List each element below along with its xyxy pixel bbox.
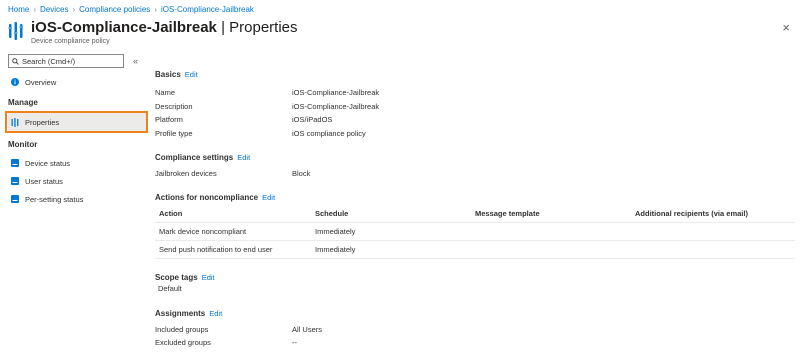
sidebar-section-manage: Manage (8, 97, 38, 107)
compliance-row-jailbroken: Jailbroken devices Block (155, 167, 795, 181)
policy-name: iOS-Compliance-Jailbreak (31, 19, 217, 36)
field-label: Platform (155, 115, 183, 125)
section-scope-tags: Scope tags Edit (155, 273, 795, 282)
action-cell: Mark device noncompliant (159, 226, 247, 236)
sidebar-item-properties[interactable]: Properties (5, 111, 148, 133)
section-assignments: Assignments Edit (155, 309, 795, 318)
status-report-icon (10, 177, 19, 186)
basics-row-platform: Platform iOS/iPadOS (155, 113, 795, 127)
column-header-message-template: Message template (475, 208, 540, 218)
sidebar-item-user-status[interactable]: User status (8, 172, 146, 190)
search-placeholder: Search (Cmd+/) (22, 56, 76, 66)
actions-table: Action Schedule Message template Additio… (155, 205, 795, 259)
column-header-action: Action (159, 208, 183, 218)
field-label: Included groups (155, 324, 209, 334)
breadcrumb-current-policy[interactable]: iOS-Compliance-Jailbreak (161, 5, 254, 14)
field-value: iOS compliance policy (292, 128, 366, 138)
action-cell: Send push notification to end user (159, 244, 273, 254)
table-row: Send push notification to end user Immed… (155, 241, 795, 259)
breadcrumb-compliance-policies[interactable]: Compliance policies (79, 5, 150, 14)
sidebar-item-label: User status (25, 176, 63, 186)
field-value: -- (292, 338, 297, 348)
chevron-right-icon: › (154, 5, 157, 14)
status-report-icon (10, 159, 19, 168)
search-input[interactable]: Search (Cmd+/) (8, 54, 124, 68)
assignments-row-excluded: Excluded groups -- (155, 336, 795, 350)
table-row: Mark device noncompliant Immediately (155, 223, 795, 241)
info-icon (10, 78, 19, 87)
policy-icon (8, 22, 23, 40)
breadcrumb-devices[interactable]: Devices (40, 5, 68, 14)
field-value: iOS-Compliance-Jailbreak (292, 88, 380, 98)
basics-row-description: Description iOS-Compliance-Jailbreak (155, 100, 795, 114)
edit-compliance-link[interactable]: Edit (237, 153, 250, 162)
page-subtitle: Device compliance policy (31, 38, 110, 45)
edit-assignments-link[interactable]: Edit (209, 309, 222, 318)
chevron-right-icon: › (33, 5, 37, 14)
sidebar-item-label: Overview (25, 77, 57, 87)
page-title: iOS-Compliance-Jailbreak | Properties (31, 18, 298, 37)
collapse-sidebar-icon[interactable]: « (133, 56, 138, 66)
column-header-schedule: Schedule (315, 208, 349, 218)
sidebar-item-label: Per-setting status (25, 194, 84, 204)
page-name: Properties (229, 19, 298, 36)
breadcrumb-home[interactable]: Home (8, 5, 29, 14)
basics-list: Name iOS-Compliance-Jailbreak Descriptio… (155, 86, 795, 140)
column-header-additional-recipients: Additional recipients (via email) (635, 208, 748, 218)
basics-row-name: Name iOS-Compliance-Jailbreak (155, 86, 795, 100)
search-icon (12, 57, 19, 65)
sidebar-item-per-setting-status[interactable]: Per-setting status (8, 190, 146, 208)
highlight-box (5, 111, 148, 133)
search-row: Search (Cmd+/) « (8, 54, 146, 68)
status-report-icon (10, 195, 19, 204)
schedule-cell: Immediately (315, 226, 356, 236)
basics-row-profile-type: Profile type iOS compliance policy (155, 127, 795, 141)
sidebar-section-monitor: Monitor (8, 139, 38, 149)
chevron-right-icon: › (72, 5, 76, 14)
field-value: All Users (292, 324, 323, 334)
sidebar-item-device-status[interactable]: Device status (8, 154, 146, 172)
main-content: Basics Edit Name iOS-Compliance-Jailbrea… (155, 70, 795, 350)
section-title: Basics (155, 70, 181, 79)
section-title: Assignments (155, 308, 206, 318)
sidebar-item-label: Device status (25, 158, 71, 168)
section-title: Compliance settings (155, 153, 234, 162)
assignments-row-included: Included groups All Users (155, 323, 795, 337)
breadcrumb: Home › Devices › Compliance policies › i… (8, 5, 254, 14)
field-label: Excluded groups (155, 338, 211, 348)
edit-basics-link[interactable]: Edit (185, 70, 198, 79)
title-separator: | (221, 19, 225, 36)
section-compliance-settings: Compliance settings Edit (155, 153, 795, 162)
field-label: Profile type (155, 128, 193, 138)
edit-actions-link[interactable]: Edit (262, 193, 275, 202)
field-value: iOS-Compliance-Jailbreak (292, 101, 380, 111)
scope-tag-value: Default (158, 283, 182, 293)
section-basics: Basics Edit (155, 70, 795, 79)
field-label: Jailbroken devices (155, 169, 217, 179)
field-label: Description (155, 101, 193, 111)
assignments-list: Included groups All Users Excluded group… (155, 323, 795, 350)
section-title: Scope tags (155, 272, 198, 282)
table-header-row: Action Schedule Message template Additio… (155, 205, 795, 223)
section-title: Actions for noncompliance (155, 192, 259, 202)
edit-scope-tags-link[interactable]: Edit (202, 273, 215, 282)
section-actions: Actions for noncompliance Edit (155, 193, 795, 202)
sidebar: Search (Cmd+/) « Overview Manage Propert… (5, 54, 148, 208)
page-header: iOS-Compliance-Jailbreak | Properties De… (8, 18, 298, 45)
field-label: Name (155, 88, 176, 98)
close-icon[interactable]: × (782, 20, 790, 35)
schedule-cell: Immediately (315, 244, 356, 254)
sidebar-item-overview[interactable]: Overview (8, 73, 146, 91)
field-value: iOS/iPadOS (292, 115, 333, 125)
field-value: Block (292, 169, 311, 179)
